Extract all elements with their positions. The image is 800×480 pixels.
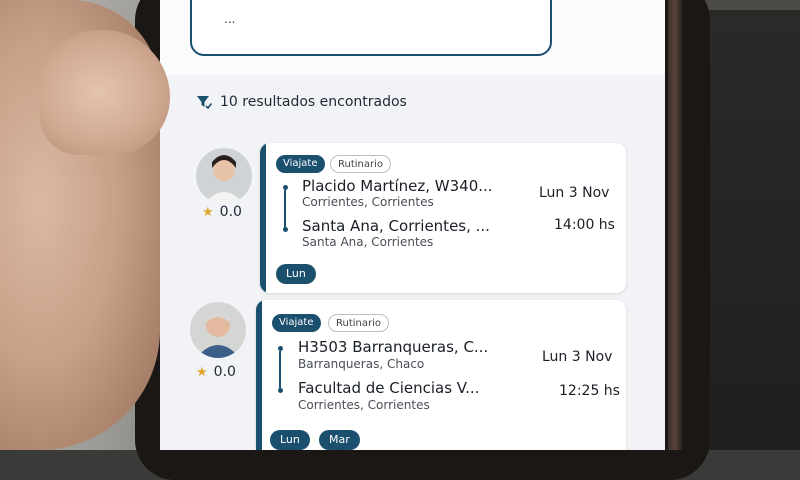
destination-sub: Corrientes, Corrientes xyxy=(298,398,430,412)
tag-rutinario: Rutinario xyxy=(328,314,390,332)
route-line xyxy=(279,351,281,389)
destination-place: Santa Ana, Corrientes, ... xyxy=(302,217,490,235)
origin-place: H3503 Barranqueras, C... xyxy=(298,338,489,356)
origin-sub: Corrientes, Corrientes xyxy=(302,195,434,209)
trip-card[interactable]: Viajate Rutinario H3503 Barranqueras, C.… xyxy=(256,300,626,450)
origin-sub: Barranqueras, Chaco xyxy=(298,357,425,371)
phone-edge xyxy=(668,0,682,450)
trip-time: 12:25 hs xyxy=(559,383,620,399)
avatar xyxy=(196,148,252,204)
results-count: 10 resultados encontrados xyxy=(220,94,407,110)
card-accent xyxy=(256,300,262,450)
origin-place: Placido Martínez, W340... xyxy=(302,177,493,195)
tag-viajate: Viajate xyxy=(276,155,325,173)
trip-card[interactable]: Viajate Rutinario Placido Martínez, W340… xyxy=(260,143,626,293)
rating-value: 0.0 xyxy=(219,204,242,220)
trip-date: Lun 3 Nov xyxy=(539,185,610,201)
filter-icon[interactable] xyxy=(196,94,212,110)
results-summary: 10 resultados encontrados xyxy=(196,94,407,110)
route-line xyxy=(284,190,286,228)
destination-place: Facultad de Ciencias V... xyxy=(298,379,480,397)
rating-value: 0.0 xyxy=(213,364,236,380)
background-object xyxy=(700,10,800,450)
day-pill: Lun xyxy=(270,430,310,450)
search-area: ... ✕ xyxy=(160,0,665,75)
star-icon: ★ xyxy=(202,204,214,220)
destination-sub: Santa Ana, Corrientes xyxy=(302,235,434,249)
day-pill: Lun xyxy=(276,264,316,284)
trip-date: Lun 3 Nov xyxy=(542,349,613,365)
card-accent xyxy=(260,143,266,293)
star-icon: ★ xyxy=(196,364,208,380)
destination-dot xyxy=(278,388,283,393)
destination-dot xyxy=(283,227,288,232)
app-screen: ... ✕ 10 resultados encontrados ★ 0.0 Vi… xyxy=(160,0,665,450)
driver-rating: ★ 0.0 xyxy=(196,364,236,380)
trip-time: 14:00 hs xyxy=(554,217,615,233)
day-pill: Mar xyxy=(319,430,360,450)
tag-rutinario: Rutinario xyxy=(330,155,392,173)
search-placeholder: ... xyxy=(224,12,236,26)
tag-viajate: Viajate xyxy=(272,314,321,332)
driver-rating: ★ 0.0 xyxy=(202,204,242,220)
search-input[interactable]: ... ✕ xyxy=(190,0,552,56)
avatar xyxy=(190,302,246,358)
